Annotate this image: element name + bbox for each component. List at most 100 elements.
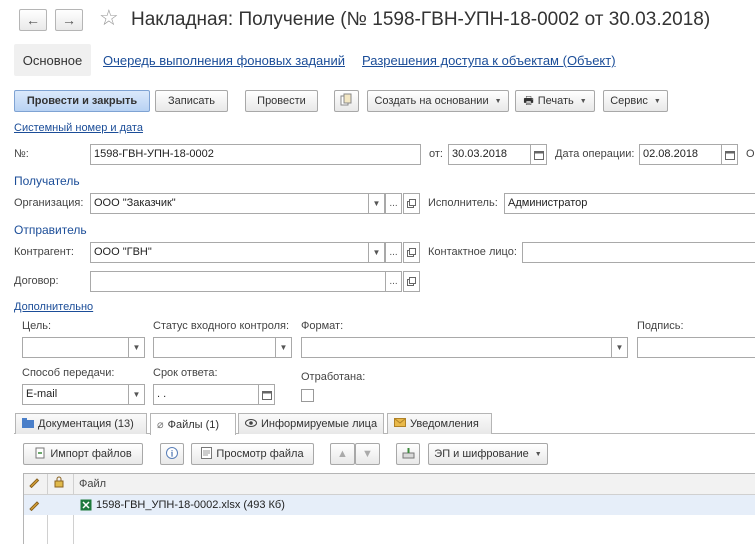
lock-icon (54, 476, 64, 491)
dropdown-icon[interactable]: ▼ (611, 337, 628, 358)
dropdown-icon[interactable]: ▼ (128, 384, 145, 405)
chevron-down-icon: ▼ (653, 97, 661, 105)
back-button[interactable]: ← (19, 9, 47, 31)
format-field[interactable] (301, 337, 613, 358)
import-icon (34, 447, 46, 462)
post-and-close-button[interactable]: Провести и закрыть (14, 90, 150, 112)
folder-icon (22, 417, 34, 431)
move-down-button[interactable]: ▼ (355, 443, 380, 465)
status-field[interactable] (153, 337, 277, 358)
forward-button[interactable]: → (55, 9, 83, 31)
post-label: Провести (257, 95, 306, 107)
counterparty-label: Контрагент: (14, 246, 74, 258)
response-label: Срок ответа: (153, 367, 218, 379)
number-field[interactable]: 1598-ГВН-УПН-18-0002 (90, 144, 421, 165)
organization-field[interactable]: ООО "Заказчик" (90, 193, 370, 214)
open-icon[interactable] (403, 193, 420, 214)
contract-label: Договор: (14, 275, 59, 287)
date-from-label: от: (429, 148, 443, 160)
arrow-up-icon: ▲ (337, 448, 348, 460)
tab-main-label: Основное (22, 52, 83, 68)
open-icon[interactable] (403, 242, 420, 263)
info-button[interactable]: i (160, 443, 184, 465)
calendar-icon[interactable] (530, 144, 547, 165)
contract-field[interactable] (90, 271, 387, 292)
op-date-field[interactable]: 02.08.2018 (639, 144, 723, 165)
tab-files[interactable]: ⌀ Файлы (1) (150, 413, 236, 435)
edit-icon (28, 499, 40, 514)
transfer-label: Способ передачи: (22, 367, 115, 379)
status-label: Статус входного контроля: (153, 320, 290, 332)
contact-label: Контактное лицо: (428, 246, 517, 258)
op-date-label: Дата операции: (555, 148, 635, 160)
select-ellipsis-icon[interactable]: ... (385, 193, 402, 214)
copy-icon (340, 93, 353, 109)
tab-notifications-label: Уведомления (410, 418, 479, 430)
contact-field[interactable] (522, 242, 755, 263)
post-and-close-label: Провести и закрыть (26, 95, 138, 107)
print-button[interactable]: 🖶 Печать ▼ (515, 90, 595, 112)
tab-documentation[interactable]: Документация (13) (15, 413, 147, 434)
open-icon[interactable] (403, 271, 420, 292)
files-table-header (24, 474, 755, 495)
tab-access[interactable]: Разрешения доступа к объектам (Объект) (362, 53, 616, 68)
tab-informed-label: Информируемые лица (261, 418, 378, 430)
sign-encrypt-label: ЭП и шифрование (434, 448, 529, 460)
save-label: Записать (167, 95, 215, 107)
tab-notifications[interactable]: Уведомления (387, 413, 492, 434)
envelope-icon (394, 418, 406, 430)
tab-main[interactable]: Основное (14, 44, 91, 76)
chevron-down-icon: ▼ (579, 97, 587, 105)
sign-encrypt-button[interactable]: ЭП и шифрование ▼ (428, 443, 548, 465)
info-icon: i (166, 446, 178, 462)
organization-label: Организация: (14, 197, 84, 209)
print-label: Печать (537, 95, 574, 107)
calendar-icon[interactable] (258, 384, 275, 405)
scan-button[interactable] (396, 443, 420, 465)
dropdown-icon[interactable]: ▼ (368, 242, 385, 263)
date-from-field[interactable]: 30.03.2018 (448, 144, 532, 165)
file-column-header: Файл (79, 478, 107, 490)
sign-field[interactable] (637, 337, 755, 358)
processed-checkbox[interactable] (301, 389, 314, 402)
import-files-label: Импорт файлов (50, 448, 132, 460)
star-icon[interactable]: ☆ (99, 5, 119, 31)
sign-label: Подпись: (637, 320, 684, 332)
executor-field[interactable]: Администратор (504, 193, 755, 214)
back-arrow-icon: ← (26, 12, 40, 28)
chevron-down-icon: ▼ (534, 450, 542, 458)
window-title: Накладная: Получение (№ 1598-ГВН-УПН-18-… (131, 9, 711, 30)
post-button[interactable]: Провести (245, 90, 318, 112)
import-files-button[interactable]: Импорт файлов (23, 443, 143, 465)
tab-documentation-label: Документация (13) (38, 418, 134, 430)
create-based-on-button[interactable]: Создать на основании ▼ (367, 90, 509, 112)
select-ellipsis-icon[interactable]: ... (385, 242, 402, 263)
service-button[interactable]: Сервис ▼ (603, 90, 668, 112)
save-button[interactable]: Записать (155, 90, 228, 112)
preview-file-button[interactable]: Просмотр файла (191, 443, 314, 465)
dropdown-icon[interactable]: ▼ (128, 337, 145, 358)
scanner-icon (402, 447, 415, 462)
copy-button[interactable] (334, 90, 359, 112)
recipient-group-title: Получатель (14, 174, 80, 188)
tab-informed[interactable]: Информируемые лица (238, 413, 384, 434)
tab-queue[interactable]: Очередь выполнения фоновых заданий (103, 53, 345, 68)
calendar-icon[interactable] (721, 144, 738, 165)
dropdown-icon[interactable]: ▼ (275, 337, 292, 358)
purpose-field[interactable] (22, 337, 130, 358)
transfer-field[interactable]: E-mail (22, 384, 130, 405)
counterparty-field[interactable]: ООО "ГВН" (90, 242, 370, 263)
system-number-link[interactable]: Системный номер и дата (14, 122, 143, 134)
format-label: Формат: (301, 320, 344, 332)
additional-link[interactable]: Дополнительно (14, 301, 93, 313)
printer-icon: 🖶 (523, 94, 534, 107)
response-date-field[interactable]: . . (153, 384, 260, 405)
eye-icon (245, 418, 257, 430)
preview-icon (201, 446, 213, 462)
service-label: Сервис (610, 95, 648, 107)
forward-arrow-icon: → (62, 12, 76, 28)
executor-label: Исполнитель: (428, 197, 498, 209)
dropdown-icon[interactable]: ▼ (368, 193, 385, 214)
select-ellipsis-icon[interactable]: ... (385, 271, 402, 292)
move-up-button[interactable]: ▲ (330, 443, 355, 465)
